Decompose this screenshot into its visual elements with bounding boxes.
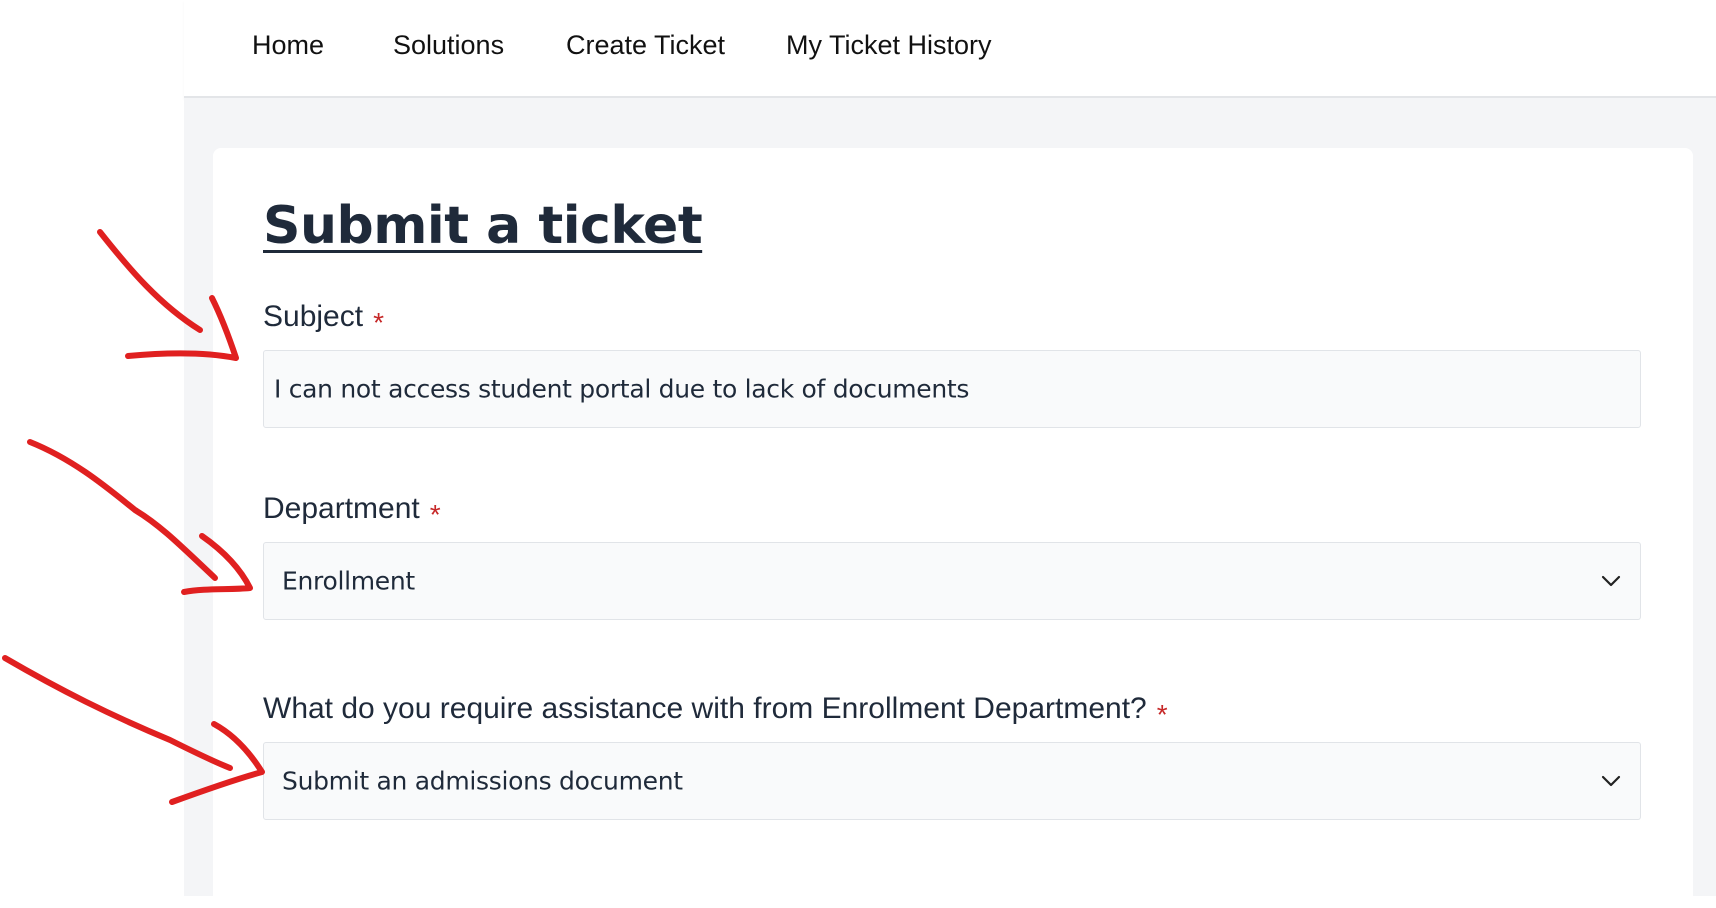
assistance-label-text: What do you require assistance with from… [263, 692, 1147, 725]
subject-input[interactable]: I can not access student portal due to l… [263, 350, 1641, 428]
department-label: Department * [263, 492, 441, 530]
required-marker: * [373, 307, 384, 338]
assistance-label: What do you require assistance with from… [263, 692, 1168, 730]
nav-item-solutions[interactable]: Solutions [393, 30, 504, 61]
required-marker: * [429, 499, 441, 530]
subject-input-value: I can not access student portal due to l… [274, 374, 970, 404]
assistance-selected-value: Submit an admissions document [282, 766, 683, 796]
department-label-text: Department [263, 492, 420, 525]
chevron-down-icon [1601, 575, 1621, 587]
nav-item-create-ticket[interactable]: Create Ticket [566, 30, 725, 61]
department-select[interactable]: Enrollment [263, 542, 1641, 620]
department-selected-value: Enrollment [282, 566, 415, 596]
nav-item-home[interactable]: Home [252, 30, 324, 61]
chevron-down-icon [1601, 775, 1621, 787]
top-navigation: Home Solutions Create Ticket My Ticket H… [184, 0, 1716, 98]
required-marker: * [1156, 699, 1168, 730]
nav-item-my-ticket-history[interactable]: My Ticket History [786, 30, 992, 61]
subject-label-text: Subject [263, 300, 364, 333]
assistance-select[interactable]: Submit an admissions document [263, 742, 1641, 820]
subject-label: Subject * [263, 300, 384, 338]
page-title: Submit a ticket [263, 196, 703, 256]
